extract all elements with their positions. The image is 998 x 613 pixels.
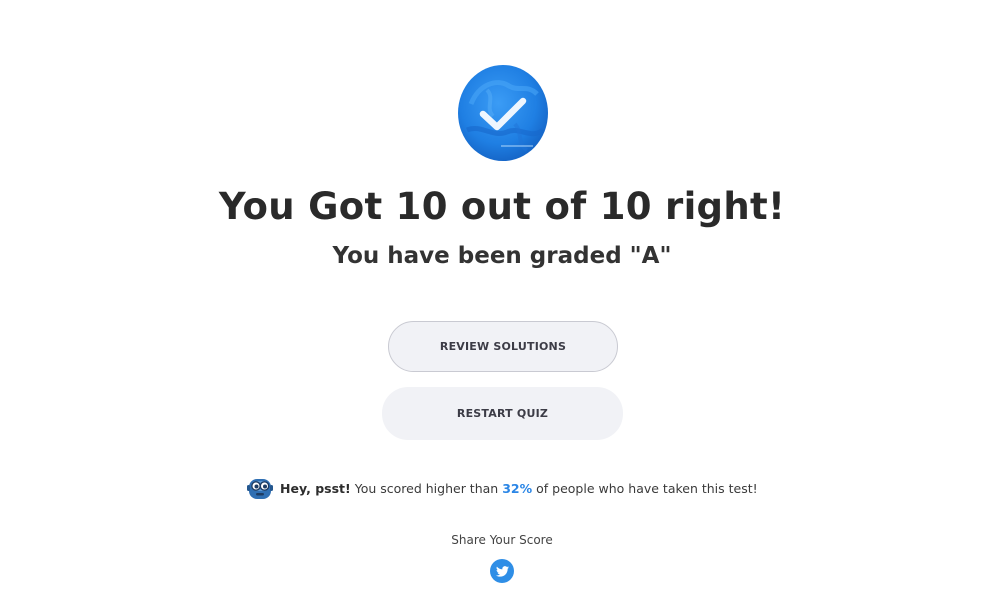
psst-text-after: of people who have taken this test! bbox=[536, 480, 758, 496]
score-comparison-note: Hey, psst! You scored higher than 32% of… bbox=[246, 474, 758, 502]
percentile-value: 32% bbox=[502, 480, 533, 496]
result-title: You Got 10 out of 10 right! bbox=[218, 185, 786, 228]
twitter-icon bbox=[495, 565, 509, 577]
robot-mascot-icon bbox=[246, 474, 274, 502]
twitter-share-button[interactable] bbox=[490, 559, 514, 583]
review-solutions-button[interactable]: REVIEW SOLUTIONS bbox=[388, 321, 618, 372]
psst-text-before: You scored higher than bbox=[354, 480, 499, 496]
check-badge-icon bbox=[457, 64, 549, 162]
psst-lead: Hey, psst! bbox=[280, 480, 351, 496]
grade-text: You have been graded "A" bbox=[332, 243, 672, 269]
restart-quiz-button[interactable]: RESTART QUIZ bbox=[382, 387, 623, 440]
share-score-label: Share Your Score bbox=[451, 533, 553, 547]
quiz-result-page: You Got 10 out of 10 right! You have bee… bbox=[0, 0, 998, 613]
